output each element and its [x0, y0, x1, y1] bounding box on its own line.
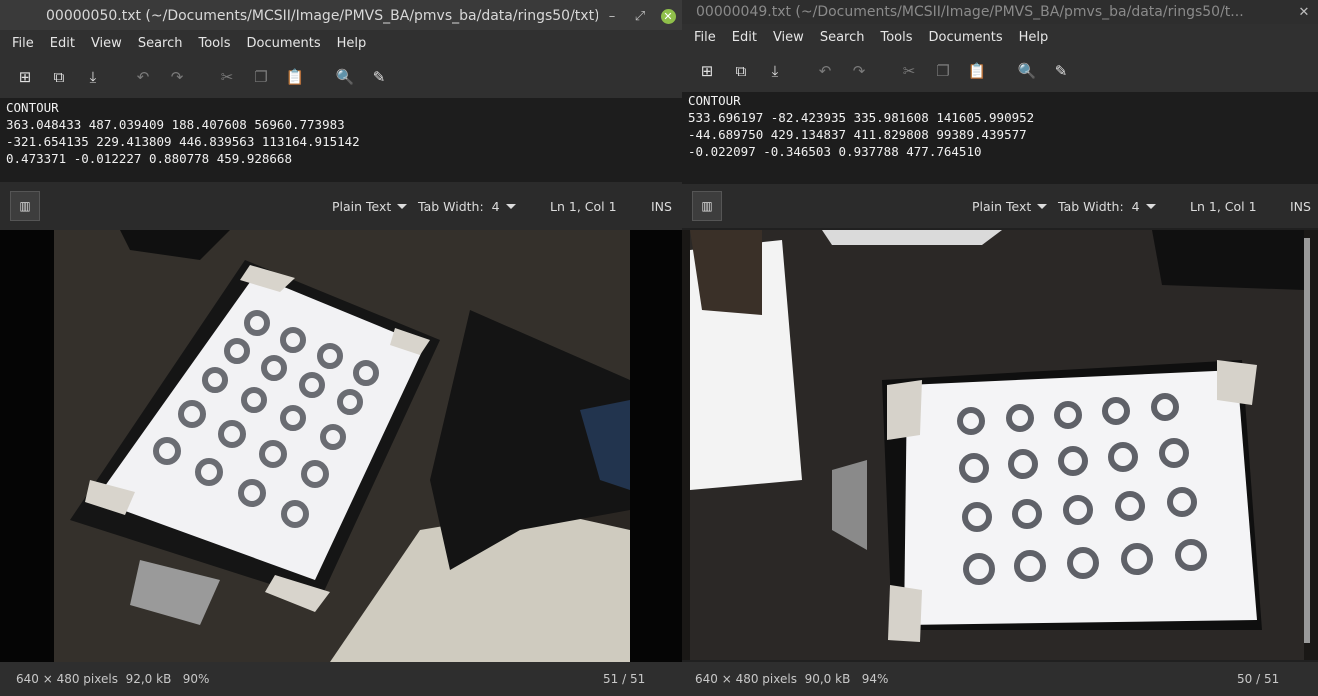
- redo-icon[interactable]: ↷: [160, 60, 194, 94]
- save-icon[interactable]: ⤓: [76, 60, 110, 94]
- text-line: -321.654135 229.413809 446.839563 113164…: [6, 134, 360, 149]
- close-icon: ✕: [660, 8, 676, 24]
- right-menubar: File Edit View Search Tools Documents He…: [682, 24, 1318, 50]
- menu-search[interactable]: Search: [130, 36, 191, 51]
- text-line: CONTOUR: [688, 93, 741, 108]
- tab-width-selector[interactable]: Tab Width: 4: [418, 199, 516, 214]
- undo-icon[interactable]: ↶: [808, 54, 842, 88]
- left-image-statusbar: 640 × 480 pixels 92,0 kB 90% 51 / 51: [0, 662, 682, 696]
- menu-tools[interactable]: Tools: [872, 30, 920, 45]
- image-counter: 51 / 51: [603, 672, 646, 686]
- image-counter: 50 / 51: [1237, 672, 1280, 686]
- maximize-icon[interactable]: ⤢: [626, 1, 654, 31]
- menu-help[interactable]: Help: [1011, 30, 1057, 45]
- insert-mode: INS: [651, 198, 672, 214]
- copy-icon[interactable]: ❐: [926, 54, 960, 88]
- minimize-icon[interactable]: –: [598, 1, 626, 31]
- left-editor-window: 00000050.txt (~/Documents/MCSII/Image/PM…: [0, 0, 682, 230]
- left-window-title: 00000050.txt (~/Documents/MCSII/Image/PM…: [46, 8, 598, 24]
- left-statusbar: ▥ Plain Text Tab Width: 4 Ln 1, Col 1 IN…: [0, 182, 682, 230]
- menu-file[interactable]: File: [4, 36, 42, 51]
- image-info: 640 × 480 pixels 90,0 kB 94%: [695, 672, 889, 686]
- cursor-position: Ln 1, Col 1: [1190, 198, 1257, 214]
- left-photo: [0, 230, 682, 662]
- copy-icon[interactable]: ❐: [244, 60, 278, 94]
- search-icon[interactable]: 🔍: [328, 60, 362, 94]
- paste-icon[interactable]: 📋: [278, 60, 312, 94]
- right-window-title: 00000049.txt (~/Documents/MCSII/Image/PM…: [696, 4, 1244, 20]
- text-line: 363.048433 487.039409 188.407608 56960.7…: [6, 117, 345, 132]
- save-icon[interactable]: ⤓: [758, 54, 792, 88]
- menu-documents[interactable]: Documents: [921, 30, 1011, 45]
- left-menubar: File Edit View Search Tools Documents He…: [0, 30, 682, 56]
- text-line: 533.696197 -82.423935 335.981608 141605.…: [688, 110, 1035, 125]
- side-panel-toggle-icon[interactable]: ▥: [10, 191, 40, 221]
- insert-mode: INS: [1290, 198, 1311, 214]
- text-line: CONTOUR: [6, 100, 59, 115]
- right-titlebar[interactable]: 00000049.txt (~/Documents/MCSII/Image/PM…: [682, 0, 1318, 24]
- menu-edit[interactable]: Edit: [724, 30, 765, 45]
- language-selector[interactable]: Plain Text: [972, 199, 1048, 214]
- image-info: 640 × 480 pixels 92,0 kB 90%: [16, 672, 210, 686]
- right-photo: [682, 230, 1318, 660]
- text-line: -44.689750 429.134837 411.829808 99389.4…: [688, 127, 1027, 142]
- right-toolbar: ⊞ ⧉ ⤓ ↶ ↷ ✂ ❐ 📋 🔍 ✎: [682, 50, 1318, 92]
- menu-tools[interactable]: Tools: [190, 36, 238, 51]
- menu-view[interactable]: View: [83, 36, 130, 51]
- right-editor-window: 00000049.txt (~/Documents/MCSII/Image/PM…: [682, 0, 1318, 230]
- menu-view[interactable]: View: [765, 30, 812, 45]
- open-document-icon[interactable]: ⧉: [42, 60, 76, 94]
- undo-icon[interactable]: ↶: [126, 60, 160, 94]
- left-image-viewer[interactable]: [0, 230, 682, 662]
- chevron-down-icon: [1145, 203, 1156, 209]
- search-icon[interactable]: 🔍: [1010, 54, 1044, 88]
- left-titlebar[interactable]: 00000050.txt (~/Documents/MCSII/Image/PM…: [0, 0, 682, 32]
- left-toolbar: ⊞ ⧉ ⤓ ↶ ↷ ✂ ❐ 📋 🔍 ✎: [0, 56, 682, 98]
- open-document-icon[interactable]: ⧉: [724, 54, 758, 88]
- text-line: -0.022097 -0.346503 0.937788 477.764510: [688, 144, 982, 159]
- paste-icon[interactable]: 📋: [960, 54, 994, 88]
- right-text-area[interactable]: CONTOUR 533.696197 -82.423935 335.981608…: [682, 92, 1318, 184]
- menu-edit[interactable]: Edit: [42, 36, 83, 51]
- close-button[interactable]: ✕: [654, 1, 682, 31]
- chevron-down-icon: [397, 203, 408, 209]
- right-image-viewer[interactable]: [682, 230, 1318, 660]
- redo-icon[interactable]: ↷: [842, 54, 876, 88]
- new-document-icon[interactable]: ⊞: [8, 60, 42, 94]
- menu-documents[interactable]: Documents: [239, 36, 329, 51]
- new-document-icon[interactable]: ⊞: [690, 54, 724, 88]
- right-image-statusbar: 640 × 480 pixels 90,0 kB 94% 50 / 51: [682, 662, 1318, 696]
- tab-width-selector[interactable]: Tab Width: 4: [1058, 199, 1156, 214]
- menu-search[interactable]: Search: [812, 30, 873, 45]
- cursor-position: Ln 1, Col 1: [550, 198, 617, 214]
- menu-help[interactable]: Help: [329, 36, 375, 51]
- left-text-area[interactable]: CONTOUR 363.048433 487.039409 188.407608…: [0, 98, 682, 182]
- right-statusbar: ▥ Plain Text Tab Width: 4 Ln 1, Col 1 IN…: [682, 184, 1318, 228]
- text-line: 0.473371 -0.012227 0.880778 459.928668: [6, 151, 292, 166]
- replace-icon[interactable]: ✎: [362, 60, 396, 94]
- side-panel-toggle-icon[interactable]: ▥: [692, 191, 722, 221]
- replace-icon[interactable]: ✎: [1044, 54, 1078, 88]
- cut-icon[interactable]: ✂: [892, 54, 926, 88]
- close-icon[interactable]: ✕: [1290, 0, 1318, 24]
- cut-icon[interactable]: ✂: [210, 60, 244, 94]
- menu-file[interactable]: File: [686, 30, 724, 45]
- language-selector[interactable]: Plain Text: [332, 199, 408, 214]
- chevron-down-icon: [1037, 203, 1048, 209]
- chevron-down-icon: [505, 203, 516, 209]
